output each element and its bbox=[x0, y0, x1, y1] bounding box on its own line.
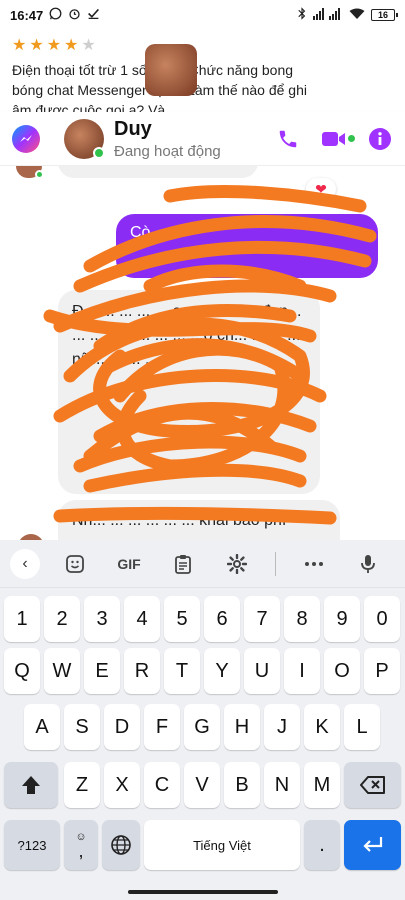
settings-icon[interactable] bbox=[221, 548, 253, 580]
rating-stars: ★ ★ ★ ★ ★ bbox=[12, 34, 393, 56]
status-bar: 16:47 16 bbox=[0, 0, 405, 30]
asdf-row: A S D F G H J K L bbox=[0, 704, 405, 752]
keyboard-toolbar: ‹ GIF bbox=[0, 540, 405, 588]
sticker-icon[interactable] bbox=[59, 548, 91, 580]
video-call-button[interactable] bbox=[321, 126, 355, 152]
more-icon[interactable] bbox=[298, 548, 330, 580]
contact-status: Đang hoạt động bbox=[114, 142, 221, 160]
whatsapp-icon bbox=[49, 7, 62, 23]
shift-key[interactable] bbox=[4, 762, 58, 808]
backspace-icon bbox=[359, 776, 385, 794]
backspace-key[interactable] bbox=[344, 762, 401, 808]
key-1[interactable]: 1 bbox=[4, 596, 40, 642]
emoji-comma-key[interactable]: ☺ , bbox=[64, 820, 98, 870]
key-7[interactable]: 7 bbox=[244, 596, 280, 642]
symbols-key[interactable]: ?123 bbox=[4, 820, 60, 870]
wifi-icon bbox=[349, 8, 365, 23]
bluetooth-icon bbox=[297, 7, 307, 23]
key-v[interactable]: V bbox=[184, 762, 220, 808]
key-s[interactable]: S bbox=[64, 704, 100, 750]
enter-icon bbox=[362, 837, 382, 852]
check-icon bbox=[87, 7, 100, 23]
gif-button[interactable]: GIF bbox=[113, 548, 145, 580]
key-8[interactable]: 8 bbox=[284, 596, 320, 642]
star-empty-icon: ★ bbox=[81, 37, 96, 54]
star-icon: ★ bbox=[64, 37, 79, 54]
avatar[interactable] bbox=[64, 118, 105, 159]
shift-icon bbox=[22, 776, 40, 794]
status-time: 16:47 bbox=[10, 7, 44, 23]
enter-key[interactable] bbox=[344, 820, 401, 870]
key-o[interactable]: O bbox=[324, 648, 360, 694]
contact-info[interactable]: Duy Đang hoạt động bbox=[114, 118, 221, 160]
key-h[interactable]: H bbox=[224, 704, 260, 750]
clipboard-icon[interactable] bbox=[167, 548, 199, 580]
active-call-indicator bbox=[348, 134, 355, 142]
language-key[interactable] bbox=[102, 820, 140, 870]
space-key[interactable]: Tiếng Việt bbox=[144, 820, 300, 870]
key-9[interactable]: 9 bbox=[324, 596, 360, 642]
key-2[interactable]: 2 bbox=[44, 596, 80, 642]
key-f[interactable]: F bbox=[144, 704, 180, 750]
signal-icon bbox=[313, 7, 343, 23]
chat-messages[interactable]: ❤ Cò... Đ... ... ... ... ... au... ... .… bbox=[0, 166, 405, 540]
key-g[interactable]: G bbox=[184, 704, 220, 750]
qwerty-row: Q W E R T Y U I O P bbox=[0, 648, 405, 696]
toolbar-divider bbox=[275, 551, 276, 576]
key-i[interactable]: I bbox=[284, 648, 320, 694]
info-button[interactable] bbox=[367, 126, 393, 152]
key-l[interactable]: L bbox=[344, 704, 380, 750]
contact-name: Duy bbox=[114, 117, 152, 140]
online-indicator bbox=[93, 146, 105, 159]
review-snippet: ★ ★ ★ ★ ★ Điện thoại tốt trừ 1 số điểm. … bbox=[0, 30, 405, 120]
key-t[interactable]: T bbox=[164, 648, 200, 694]
key-0[interactable]: 0 bbox=[364, 596, 400, 642]
key-w[interactable]: W bbox=[44, 648, 80, 694]
home-indicator[interactable] bbox=[128, 890, 278, 894]
messenger-icon[interactable] bbox=[12, 124, 40, 153]
key-u[interactable]: U bbox=[244, 648, 280, 694]
key-e[interactable]: E bbox=[84, 648, 120, 694]
alarm-icon bbox=[68, 7, 81, 23]
period-key[interactable]: . bbox=[304, 820, 340, 870]
key-n[interactable]: N bbox=[264, 762, 300, 808]
key-d[interactable]: D bbox=[104, 704, 140, 750]
star-icon: ★ bbox=[29, 37, 44, 54]
chevron-left-icon: ‹ bbox=[22, 554, 28, 572]
keyboard-back-button[interactable]: ‹ bbox=[10, 548, 40, 579]
key-z[interactable]: Z bbox=[64, 762, 100, 808]
battery-icon: 16 bbox=[371, 9, 398, 21]
key-3[interactable]: 3 bbox=[84, 596, 120, 642]
key-c[interactable]: C bbox=[144, 762, 180, 808]
chat-head-bubble[interactable] bbox=[145, 44, 197, 96]
star-icon: ★ bbox=[12, 37, 27, 54]
key-y[interactable]: Y bbox=[204, 648, 240, 694]
space-key-label: Tiếng Việt bbox=[193, 837, 251, 853]
zxcv-row: Z X C V B N M bbox=[0, 762, 405, 810]
star-icon: ★ bbox=[46, 37, 62, 54]
key-a[interactable]: A bbox=[24, 704, 60, 750]
key-r[interactable]: R bbox=[124, 648, 160, 694]
battery-level: 16 bbox=[377, 10, 388, 20]
key-b[interactable]: B bbox=[224, 762, 260, 808]
redaction-scribble bbox=[43, 185, 377, 525]
comma-label: , bbox=[78, 840, 84, 861]
key-j[interactable]: J bbox=[264, 704, 300, 750]
key-x[interactable]: X bbox=[104, 762, 140, 808]
bottom-row: ?123 ☺ , Tiếng Việt . bbox=[0, 820, 405, 870]
key-6[interactable]: 6 bbox=[204, 596, 240, 642]
chat-header: Duy Đang hoạt động bbox=[0, 112, 405, 166]
key-5[interactable]: 5 bbox=[164, 596, 200, 642]
symbols-key-label: ?123 bbox=[17, 837, 47, 853]
key-q[interactable]: Q bbox=[4, 648, 40, 694]
key-m[interactable]: M bbox=[304, 762, 340, 808]
phone-call-button[interactable] bbox=[275, 126, 301, 152]
key-4[interactable]: 4 bbox=[124, 596, 160, 642]
number-row: 1 2 3 4 5 6 7 8 9 0 bbox=[0, 596, 405, 644]
keyboard: ‹ GIF 1 2 3 4 5 6 7 8 9 0 Q W E R T Y U … bbox=[0, 540, 405, 900]
mic-icon[interactable] bbox=[352, 548, 384, 580]
globe-icon bbox=[111, 835, 131, 855]
key-p[interactable]: P bbox=[364, 648, 400, 694]
key-k[interactable]: K bbox=[304, 704, 340, 750]
